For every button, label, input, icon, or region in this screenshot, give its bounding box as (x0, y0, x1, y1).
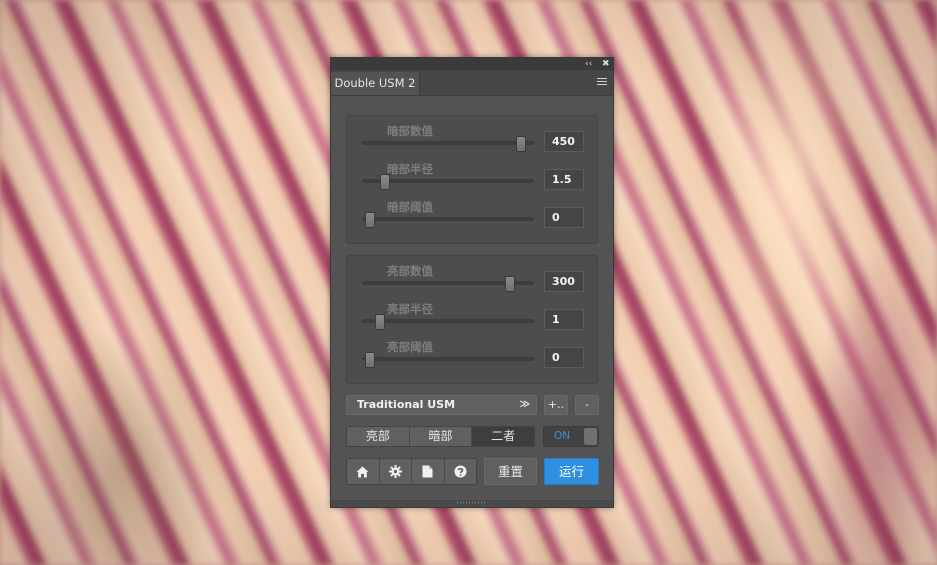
slider-label: 亮部半径 (387, 302, 433, 316)
remove-preset-button[interactable]: - (575, 395, 599, 415)
run-button[interactable]: 运行 (544, 458, 599, 485)
value-field[interactable]: 1 (544, 309, 584, 330)
toggle-label: ON (554, 430, 571, 442)
tab-double-usm[interactable]: Double USM 2 (331, 72, 420, 95)
toggle-knob (584, 428, 597, 445)
slider-track[interactable] (362, 357, 534, 361)
panel-tab-row: Double USM 2 (331, 70, 613, 96)
tab-both[interactable]: 二者 (472, 427, 534, 446)
panel-menu-icon[interactable] (597, 78, 607, 86)
slider-label: 亮部数值 (387, 264, 433, 278)
resize-grip[interactable] (457, 501, 487, 504)
add-preset-button[interactable]: +.. (544, 395, 568, 415)
slider-row-light-radius: 亮部半径 1 (347, 301, 599, 339)
value-field[interactable]: 0 (544, 207, 584, 228)
slider-row-light-threshold: 亮部阈值 0 (347, 339, 599, 377)
document-button[interactable] (412, 459, 445, 484)
slider-track[interactable] (362, 217, 534, 221)
document-icon (422, 465, 433, 478)
slider-thumb[interactable] (365, 352, 376, 368)
help-button[interactable] (444, 459, 476, 484)
slider-track[interactable] (362, 319, 534, 323)
gear-icon (388, 465, 402, 478)
preset-select[interactable]: Traditional USM ≫ (346, 395, 537, 415)
slider-thumb[interactable] (515, 136, 526, 152)
panel-title-bar: ‹‹ ✖ (331, 58, 613, 70)
home-icon (356, 466, 369, 477)
value-field[interactable]: 300 (544, 271, 584, 292)
dark-settings-group: 暗部数值 450 暗部半径 1.5 暗部阈值 0 (346, 115, 598, 244)
value-field[interactable]: 0 (544, 347, 584, 368)
slider-thumb[interactable] (504, 276, 515, 292)
double-usm-panel: ‹‹ ✖ Double USM 2 暗部数值 450 暗部半径 1.5 暗部阈值… (330, 57, 614, 508)
slider-row-light-amount: 亮部数值 300 (347, 263, 599, 301)
slider-label: 暗部阈值 (387, 200, 433, 214)
value-field[interactable]: 1.5 (544, 169, 584, 190)
light-settings-group: 亮部数值 300 亮部半径 1 亮部阈值 0 (346, 255, 598, 384)
preset-selected-value: Traditional USM (357, 398, 456, 411)
tab-light[interactable]: 亮部 (347, 427, 410, 446)
mode-segmented-control: 亮部 暗部 二者 (346, 426, 535, 447)
chevron-down-icon: ≫ (519, 399, 530, 410)
slider-track[interactable] (362, 141, 534, 145)
slider-thumb[interactable] (365, 212, 376, 228)
slider-row-dark-radius: 暗部半径 1.5 (347, 161, 599, 199)
icon-toolbar (346, 458, 477, 485)
collapse-panel-button[interactable]: ‹‹ (585, 58, 592, 70)
slider-thumb[interactable] (374, 314, 385, 330)
slider-label: 亮部阈值 (387, 340, 433, 354)
close-panel-button[interactable]: ✖ (602, 58, 610, 70)
slider-row-dark-threshold: 暗部阈值 0 (347, 199, 599, 237)
slider-thumb[interactable] (379, 174, 390, 190)
home-button[interactable] (347, 459, 380, 484)
reset-button[interactable]: 重置 (484, 458, 537, 485)
on-off-toggle[interactable]: ON (543, 426, 599, 447)
slider-label: 暗部半径 (387, 162, 433, 176)
value-field[interactable]: 450 (544, 131, 584, 152)
slider-label: 暗部数值 (387, 124, 433, 138)
tab-dark[interactable]: 暗部 (409, 427, 473, 446)
slider-row-dark-amount: 暗部数值 450 (347, 123, 599, 161)
settings-button[interactable] (379, 459, 412, 484)
help-icon (454, 465, 467, 478)
